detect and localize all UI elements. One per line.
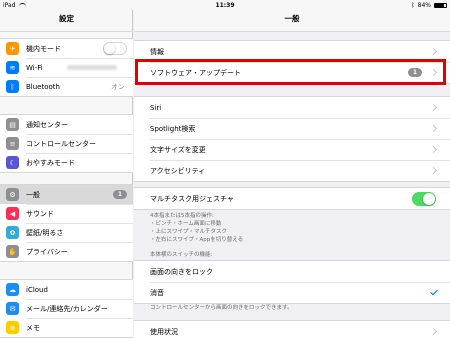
sidebar-item[interactable]: ✉ メール/連絡先/カレンダー <box>0 299 133 318</box>
settings-row[interactable]: アクセシビリティ <box>134 160 450 181</box>
sidebar-item-label: メール/連絡先/カレンダー <box>26 304 108 313</box>
sidebar-item-value: オン <box>111 82 125 91</box>
sidebar-item-label: サウンド <box>26 209 54 218</box>
chevron-right-icon <box>429 327 438 336</box>
bluetooth-status-icon: ᛒ <box>411 2 415 9</box>
sidebar-item-label: コントロールセンター <box>26 139 96 148</box>
sidebar-item[interactable]: ≋ Wi-Fi <box>0 58 133 77</box>
wallpaper-icon: ✿ <box>6 226 19 239</box>
sidebar-item[interactable]: ☾ おやすみモード <box>0 153 133 172</box>
wifi-network-name-redacted <box>67 65 117 70</box>
multitask-gesture-toggle[interactable] <box>412 191 436 206</box>
sidebar-item[interactable]: ✿ 壁紙/明るさ <box>0 223 133 242</box>
notes-icon: ≡ <box>6 321 19 334</box>
bluetooth-icon: ᛒ <box>6 80 19 93</box>
settings-row[interactable]: Siri <box>134 97 450 118</box>
sidebar-item-label: Bluetooth <box>26 82 60 91</box>
sidebar-item-label: メモ <box>26 323 40 332</box>
settings-row[interactable]: Spotlight検索 <box>134 118 450 139</box>
chevron-right-icon <box>429 103 438 112</box>
settings-group: マルチタスク用ジェスチャ <box>134 187 450 210</box>
notification-center-icon: ▤ <box>6 118 19 131</box>
multitask-note: 4本指または5本指の操作: ・ピンチ・ホーム画面に移動 ・上にスワイプ・マルチタ… <box>150 212 243 244</box>
speaker-icon: ◀ <box>6 207 19 220</box>
settings-row-label: 情報 <box>150 47 164 56</box>
sidebar-item[interactable]: ≡ コントロールセンター <box>0 134 133 153</box>
checkmark-icon <box>430 287 438 296</box>
airplane-icon: ✈ <box>6 42 19 55</box>
settings-row-label: 画面の向きをロック <box>150 267 213 276</box>
page-title: 一般 <box>134 10 450 32</box>
general-pane: 一般 情報ソフトウェア・アップデート 1 Siri Spotlight検索文字サイズを… <box>134 0 450 338</box>
sidebar-item-label: 一般 <box>26 190 40 199</box>
chevron-right-icon <box>429 145 438 154</box>
sidebar-item[interactable]: ⚙ 一般 1 <box>0 185 133 204</box>
settings-row[interactable]: ソフトウェア・アップデート 1 <box>134 62 450 83</box>
airplane-mode-toggle[interactable] <box>103 42 127 55</box>
settings-row[interactable]: 文字サイズを変更 <box>134 139 450 160</box>
settings-row-label: 使用状況 <box>150 327 178 336</box>
mail-icon: ✉ <box>6 302 19 315</box>
update-badge: 1 <box>112 190 127 199</box>
settings-row[interactable]: 消音 <box>134 282 450 303</box>
sidebar-item[interactable]: ✋ プライバシー <box>0 242 133 261</box>
switch-section-header: 本体横のスイッチの機能: <box>150 252 213 258</box>
sidebar-item-label: Wi-Fi <box>26 63 43 72</box>
settings-group: 使用状況 <box>134 320 450 338</box>
sidebar-item-label: 機内モード <box>26 44 61 53</box>
sidebar-group: ✈ 機内モード ≋ Wi-Fi ᛒ Bluetooth オン <box>0 38 133 97</box>
settings-row-label: マルチタスク用ジェスチャ <box>150 194 234 203</box>
sidebar-item[interactable]: ☁ iCloud <box>0 280 133 299</box>
sidebar-group: ⚙ 一般 1 ◀ サウンド ✿ 壁紙/明るさ ✋ プライバシー <box>0 184 133 262</box>
multitask-note-line: ・上にスワイプ・マルチタスク <box>150 229 228 235</box>
settings-sidebar: 設定 ✈ 機内モード ≋ Wi-Fi ᛒ Bluetooth オン ▤ 通知センター ≡ コントロー… <box>0 0 133 338</box>
multitask-note-line: 4本指または5本指の操作: <box>150 213 214 219</box>
settings-group: Siri Spotlight検索文字サイズを変更 アクセシビリティ <box>134 96 450 182</box>
chevron-right-icon <box>429 68 438 77</box>
settings-row[interactable]: 使用状況 <box>134 321 450 338</box>
multitask-note-line: ・ピンチ・ホーム画面に移動 <box>150 221 222 227</box>
sidebar-item[interactable]: ▤ 通知センター <box>0 115 133 134</box>
sidebar-item[interactable]: ✈ 機内モード <box>0 39 133 58</box>
sidebar-group: ☁ iCloud ✉ メール/連絡先/カレンダー ≡ メモ <box>0 279 133 338</box>
chevron-right-icon <box>429 166 438 175</box>
settings-row[interactable]: 情報 <box>134 41 450 62</box>
gear-icon: ⚙ <box>6 188 19 201</box>
chevron-right-icon <box>429 124 438 133</box>
control-center-icon: ≡ <box>6 137 19 150</box>
cloud-icon: ☁ <box>6 283 19 296</box>
settings-group: 画面の向きをロック 消音 <box>134 260 450 304</box>
sidebar-item-label: 壁紙/明るさ <box>26 228 64 237</box>
chevron-right-icon <box>429 47 438 56</box>
sidebar-item-label: 通知センター <box>26 120 68 129</box>
battery-icon <box>434 3 447 8</box>
sidebar-item[interactable]: ◀ サウンド <box>0 204 133 223</box>
hand-icon: ✋ <box>6 245 19 258</box>
clock: 11:39 <box>215 2 235 9</box>
wifi-icon: ≋ <box>6 61 19 74</box>
battery-percent: 84% <box>417 2 431 9</box>
settings-group: 情報ソフトウェア・アップデート 1 <box>134 40 450 84</box>
sidebar-item[interactable]: ᛒ Bluetooth オン <box>0 77 133 96</box>
settings-row-label: 文字サイズを変更 <box>150 145 206 154</box>
sidebar-item-label: おやすみモード <box>26 158 75 167</box>
settings-row-label: Spotlight検索 <box>150 124 196 133</box>
sidebar-item[interactable]: ≡ メモ <box>0 318 133 337</box>
moon-icon: ☾ <box>6 156 19 169</box>
sidebar-item-label: iCloud <box>26 285 48 294</box>
settings-row-label: 消音 <box>150 288 164 297</box>
status-bar: iPad 11:39 ᛒ 84% <box>0 0 450 10</box>
switch-section-footer: コントロールセンターから画面の向きをロックできます。 <box>150 305 293 311</box>
sidebar-group: ▤ 通知センター ≡ コントロールセンター ☾ おやすみモード <box>0 114 133 173</box>
settings-row-label: アクセシビリティ <box>150 166 206 175</box>
settings-row[interactable]: マルチタスク用ジェスチャ <box>134 188 450 209</box>
sidebar-item-label: プライバシー <box>26 247 68 256</box>
sidebar-title: 設定 <box>0 10 133 32</box>
settings-row[interactable]: 画面の向きをロック <box>134 261 450 282</box>
settings-row-label: ソフトウェア・アップデート <box>150 68 241 77</box>
multitask-note-line: ・左右にスワイプ・Appを切り替える <box>150 237 244 243</box>
update-count-badge: 1 <box>407 68 422 77</box>
settings-row-label: Siri <box>150 103 162 112</box>
